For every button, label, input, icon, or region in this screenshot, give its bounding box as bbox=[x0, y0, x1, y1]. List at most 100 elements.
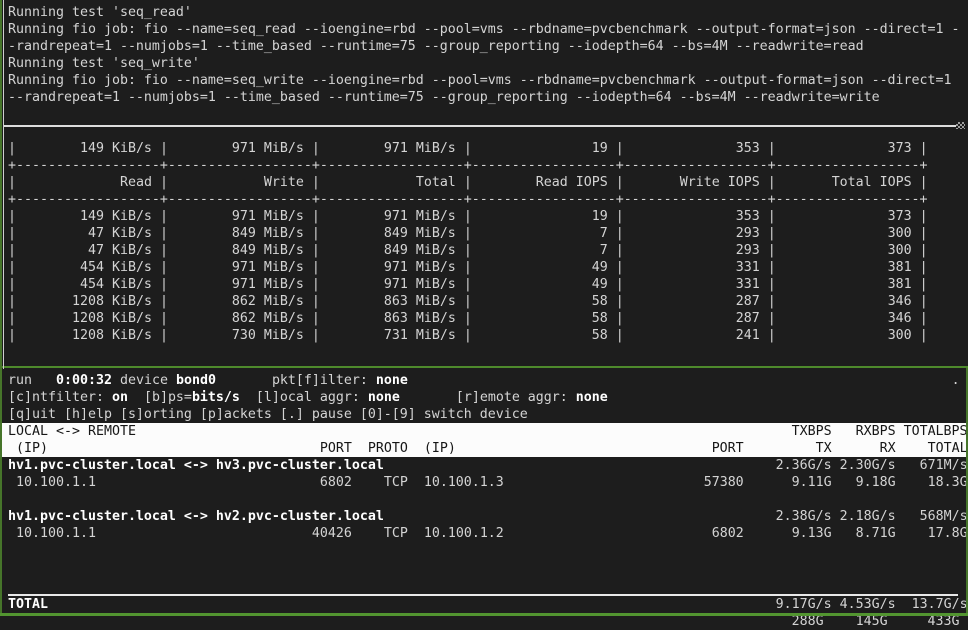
table-pipe: | bbox=[160, 277, 168, 292]
connection-detail-row: 10.100.1.1 40426 TCP 10.100.1.2 6802 9.1… bbox=[0, 525, 968, 542]
terminal-text: RX bbox=[880, 441, 896, 456]
separator-endcap bbox=[956, 122, 965, 129]
table-cell: 19 bbox=[592, 209, 608, 224]
local-port: 6802 bbox=[320, 475, 352, 490]
table-row: | 47 KiB/s | 849 MiB/s | 849 MiB/s | 7 |… bbox=[0, 242, 968, 259]
table-pipe: | bbox=[920, 175, 928, 190]
table-pipe: | bbox=[616, 175, 624, 190]
table-pipe: | bbox=[464, 277, 472, 292]
table-pipe: | bbox=[920, 226, 928, 241]
table-cell: 293 bbox=[736, 243, 760, 258]
table-cell: 454 KiB/s bbox=[80, 277, 152, 292]
terminal-text: 9.18G bbox=[856, 475, 896, 490]
connection-pair-row: hv1.pvc-cluster.local <-> hv3.pvc-cluste… bbox=[0, 457, 968, 474]
table-cell: 373 bbox=[888, 209, 912, 224]
table-pipe: | bbox=[920, 243, 928, 258]
table-pipe: | bbox=[8, 141, 16, 156]
table-header-cell: Total bbox=[416, 175, 456, 190]
fio-log-line: Running test 'seq_read' bbox=[0, 4, 968, 21]
table-pipe: | bbox=[312, 226, 320, 241]
table-cell: 971 MiB/s bbox=[384, 141, 456, 156]
table-pipe: | bbox=[464, 175, 472, 190]
table-row: | 454 KiB/s | 971 MiB/s | 971 MiB/s | 49… bbox=[0, 276, 968, 293]
table-row: | 1208 KiB/s | 730 MiB/s | 731 MiB/s | 5… bbox=[0, 327, 968, 344]
table-pipe: | bbox=[616, 328, 624, 343]
table-pipe: | bbox=[160, 209, 168, 224]
fio-log-line: -randrepeat=1 --numjobs=1 --time_based -… bbox=[0, 38, 968, 55]
table-cell: 300 bbox=[888, 243, 912, 258]
table-pipe: | bbox=[312, 260, 320, 275]
table-pipe: | bbox=[464, 226, 472, 241]
table-header-cell: Total IOPS bbox=[832, 175, 912, 190]
connection-pair-row: hv1.pvc-cluster.local <-> hv2.pvc-cluste… bbox=[0, 508, 968, 525]
table-pipe: | bbox=[616, 277, 624, 292]
terminal-text: none bbox=[368, 390, 400, 405]
table-cell: 849 MiB/s bbox=[384, 226, 456, 241]
device-name: bond0 bbox=[176, 373, 216, 388]
fio-log-pane[interactable]: +------------------+------------------+-… bbox=[0, 0, 968, 106]
table-pipe: | bbox=[8, 226, 16, 241]
table-cell: 730 MiB/s bbox=[232, 328, 304, 343]
trafshow-pane[interactable]: run 0:00:32 device bond0 pkt[f]ilter: no… bbox=[0, 368, 968, 630]
column-header-bar: LOCAL <-> REMOTE TXBPS RXBPS TOTALBPS (I… bbox=[0, 423, 968, 457]
terminal-text: (IP) bbox=[16, 441, 48, 456]
terminal-text: LOCAL <-> REMOTE bbox=[8, 424, 136, 439]
table-cell: 353 bbox=[736, 209, 760, 224]
table-cell: 971 MiB/s bbox=[384, 209, 456, 224]
table-pipe: | bbox=[920, 328, 928, 343]
table-summary-row: | 149 KiB/s | 971 MiB/s | 971 MiB/s | 19… bbox=[0, 140, 968, 157]
table-pipe: | bbox=[8, 260, 16, 275]
table-cell: 241 bbox=[736, 328, 760, 343]
terminal-text: 145G bbox=[856, 614, 888, 629]
table-header-cell: Write IOPS bbox=[680, 175, 760, 190]
table-cell: 1208 KiB/s bbox=[72, 311, 152, 326]
table-header-cell: Read IOPS bbox=[536, 175, 608, 190]
header-row: (IP) PORT PROTO (IP) PORT TX RX TOTAL bbox=[0, 440, 968, 457]
table-pipe: | bbox=[464, 141, 472, 156]
table-cell: 346 bbox=[888, 311, 912, 326]
terminal-text: device bbox=[120, 373, 168, 388]
table-pipe: | bbox=[160, 294, 168, 309]
fio-log-text: --randrepeat=1 --numjobs=1 --time_based … bbox=[8, 90, 880, 105]
table-pipe: | bbox=[768, 209, 776, 224]
table-cell: 971 MiB/s bbox=[232, 260, 304, 275]
table-pipe: | bbox=[768, 277, 776, 292]
fio-log-text: -randrepeat=1 --numjobs=1 --time_based -… bbox=[8, 39, 864, 54]
table-pipe: | bbox=[616, 209, 624, 224]
table-cell: 381 bbox=[888, 260, 912, 275]
pane-separator bbox=[3, 125, 958, 127]
table-cell: 19 bbox=[592, 141, 608, 156]
terminal-text: TX bbox=[816, 441, 832, 456]
table-pipe: | bbox=[160, 141, 168, 156]
terminal-text: 8.71G bbox=[856, 526, 896, 541]
terminal-screen: { "colors": { "background": "#1d1d1d", "… bbox=[0, 0, 968, 616]
terminal-text: none bbox=[576, 390, 608, 405]
terminal-text: bits/s bbox=[192, 390, 240, 405]
table-cell: 49 bbox=[592, 260, 608, 275]
table-pipe: | bbox=[768, 226, 776, 241]
table-pipe: | bbox=[464, 260, 472, 275]
protocol: TCP bbox=[384, 475, 408, 490]
table-pipe: | bbox=[768, 243, 776, 258]
terminal-text: 433G bbox=[928, 614, 960, 629]
terminal-text: 4.53G/s bbox=[840, 597, 896, 612]
table-cell: 862 MiB/s bbox=[232, 294, 304, 309]
benchmark-table-pane[interactable]: | 149 KiB/s | 971 MiB/s | 971 MiB/s | 19… bbox=[0, 140, 968, 344]
table-pipe: | bbox=[8, 243, 16, 258]
table-separator-row: +------------------+------------------+-… bbox=[0, 191, 968, 208]
table-pipe: | bbox=[616, 311, 624, 326]
table-cell: 971 MiB/s bbox=[232, 141, 304, 156]
table-cell: 58 bbox=[592, 311, 608, 326]
table-pipe: | bbox=[768, 294, 776, 309]
terminal-text: none bbox=[376, 373, 408, 388]
table-cell: 293 bbox=[736, 226, 760, 241]
terminal-text: 18.3G bbox=[928, 475, 968, 490]
table-pipe: | bbox=[920, 311, 928, 326]
table-cell: 849 MiB/s bbox=[232, 243, 304, 258]
protocol: TCP bbox=[384, 526, 408, 541]
local-ip: 10.100.1.1 bbox=[16, 526, 96, 541]
run-timer: 0:00:32 bbox=[56, 373, 112, 388]
table-cell: 47 KiB/s bbox=[88, 226, 152, 241]
terminal-text: 2.18G/s bbox=[840, 509, 896, 524]
table-row: | 454 KiB/s | 971 MiB/s | 971 MiB/s | 49… bbox=[0, 259, 968, 276]
